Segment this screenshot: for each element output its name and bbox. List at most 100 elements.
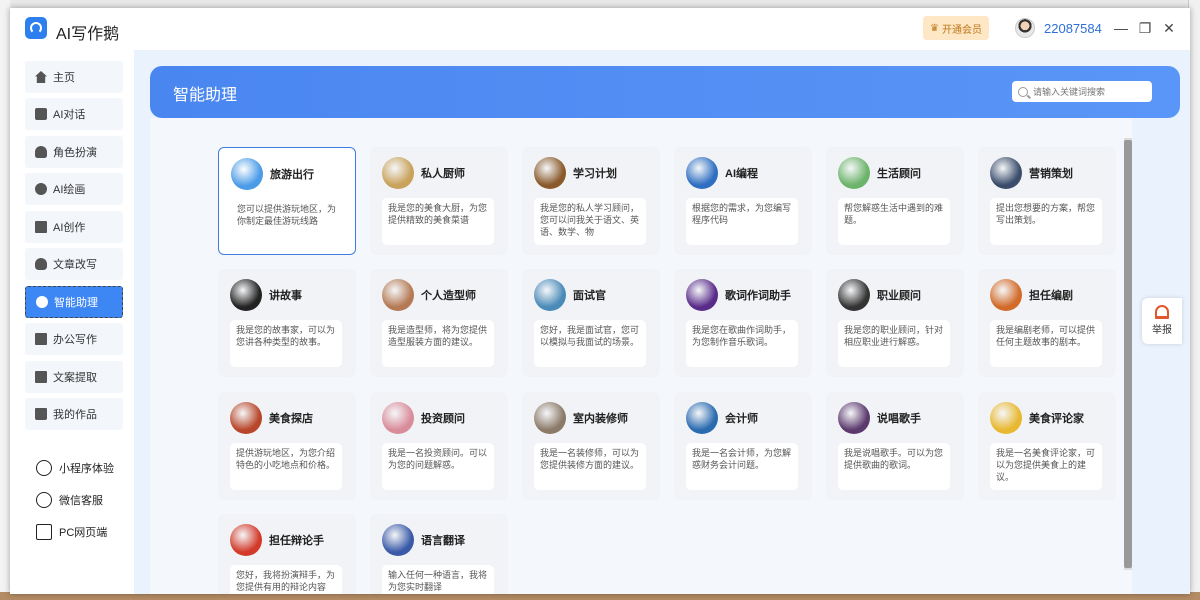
card-avatar-icon <box>534 402 566 434</box>
card-title: 美食探店 <box>269 413 313 425</box>
office-icon <box>35 333 47 345</box>
user-id[interactable]: 22087584 <box>1044 21 1102 36</box>
search-box[interactable] <box>1012 81 1152 102</box>
assistant-card[interactable]: 个人造型师 我是造型师，将为您提供造型服装方面的建议。 <box>370 269 508 377</box>
card-description: 我是您的私人学习顾问，您可以问我关于语文、英语、数学、物 <box>534 198 646 245</box>
sidebar-item-ai-creation[interactable]: AI创作 <box>25 211 123 243</box>
pc-web-link[interactable]: PC网页端 <box>36 522 107 542</box>
report-button[interactable]: 举报 <box>1142 298 1182 344</box>
pc-icon <box>36 524 52 540</box>
card-avatar-icon <box>990 157 1022 189</box>
user-avatar[interactable] <box>1015 18 1035 38</box>
role-icon <box>35 146 47 158</box>
assistant-card[interactable]: 私人厨师 我是您的美食大厨，为您提供精致的美食菜谱 <box>370 147 508 255</box>
assistant-card[interactable]: 室内装修师我是一名装修师，可以为您提供装修方面的建议。 <box>522 392 660 500</box>
card-avatar-icon <box>534 157 566 189</box>
app-window: AI写作鹅 ♛ 开通会员 22087584 — ❐ ✕ 主页 AI对话 角色扮演… <box>10 8 1190 594</box>
card-avatar-icon <box>382 402 414 434</box>
assistant-card[interactable]: 会计师我是一名会计师，为您解惑财务会计问题。 <box>674 392 812 500</box>
sidebar-item-roleplay[interactable]: 角色扮演 <box>25 136 123 168</box>
palette-icon <box>35 183 47 195</box>
card-title: 职业顾问 <box>877 290 921 302</box>
assistant-card[interactable]: 学习计划我是您的私人学习顾问，您可以问我关于语文、英语、数学、物 <box>522 147 660 255</box>
sidebar: 主页 AI对话 角色扮演 AI绘画 AI创作 文章改写 智能助理 办公写作 文案… <box>10 50 134 594</box>
card-avatar-icon <box>838 157 870 189</box>
card-avatar-icon <box>230 524 262 556</box>
wechat-icon <box>36 492 52 508</box>
card-title: 面试官 <box>573 290 606 302</box>
wechat-service-link[interactable]: 微信客服 <box>36 490 103 510</box>
sidebar-item-home[interactable]: 主页 <box>25 61 123 93</box>
assistant-card[interactable]: 投资顾问 我是一名投资顾问。可以为您的问题解惑。 <box>370 392 508 500</box>
card-title: 生活顾问 <box>877 168 921 180</box>
minimize-icon[interactable]: — <box>1112 19 1130 37</box>
search-input[interactable] <box>1033 86 1143 97</box>
maximize-icon[interactable]: ❐ <box>1136 19 1154 37</box>
assistant-card[interactable]: 美食评论家我是一名美食评论家，可以为您提供美食上的建议。 <box>978 392 1116 500</box>
assistant-card[interactable]: 担任编剧 我是编剧老师，可以提供任何主题故事的剧本。 <box>978 269 1116 377</box>
app-title: AI写作鹅 <box>56 26 120 43</box>
assistant-card[interactable]: 说唱歌手 我是说唱歌手。可以为您提供歌曲的歌词。 <box>826 392 964 500</box>
crown-icon: ♛ <box>930 22 939 34</box>
card-title: 歌词作词助手 <box>725 290 791 302</box>
sidebar-item-office[interactable]: 办公写作 <box>25 323 123 355</box>
assistant-icon <box>36 296 48 308</box>
miniprogram-link[interactable]: 小程序体验 <box>36 458 114 478</box>
card-description: 提出您想要的方案，帮您写出策划。 <box>990 198 1102 245</box>
sidebar-item-rewrite[interactable]: 文章改写 <box>25 248 123 280</box>
card-description: 我是一名投资顾问。可以为您的问题解惑。 <box>382 443 494 490</box>
card-avatar-icon <box>838 402 870 434</box>
sidebar-item-works[interactable]: 我的作品 <box>25 398 123 430</box>
card-description: 我是您的职业顾问，针对相应职业进行解惑。 <box>838 320 950 367</box>
assistant-card[interactable]: 营销策划 提出您想要的方案，帮您写出策划。 <box>978 147 1116 255</box>
card-avatar-icon <box>231 158 263 190</box>
sidebar-item-ai-painting[interactable]: AI绘画 <box>25 173 123 205</box>
card-title: 担任辩论手 <box>269 535 324 547</box>
page-title: 智能助理 <box>173 87 238 104</box>
vip-label: 开通会员 <box>941 24 982 36</box>
sidebar-item-assistant[interactable]: 智能助理 <box>25 286 123 318</box>
close-icon[interactable]: ✕ <box>1160 19 1178 37</box>
card-description: 我是您的故事家，可以为您讲各种类型的故事。 <box>230 320 342 367</box>
assistant-card[interactable]: AI编程 根据您的需求，为您编写程序代码 <box>674 147 812 255</box>
card-title: 语言翻译 <box>421 535 465 547</box>
assistant-card[interactable]: 担任辩论手 您好，我将扮演辩手，为您提供有用的辩论内容 <box>218 514 356 594</box>
card-description: 我是造型师，将为您提供造型服装方面的建议。 <box>382 320 494 367</box>
assistant-card[interactable]: 生活顾问 帮您解惑生活中遇到的难题。 <box>826 147 964 255</box>
card-description: 我是一名装修师，可以为您提供装修方面的建议。 <box>534 443 646 490</box>
assistant-card[interactable]: 美食探店 提供游玩地区，为您介绍特色的小吃地点和价格。 <box>218 392 356 500</box>
card-description: 我是一名美食评论家，可以为您提供美食上的建议。 <box>990 443 1102 490</box>
vip-button[interactable]: ♛ 开通会员 <box>923 16 989 40</box>
card-title: 私人厨师 <box>421 168 465 180</box>
card-description: 我是一名会计师，为您解惑财务会计问题。 <box>686 443 798 490</box>
sidebar-item-extract[interactable]: 文案提取 <box>25 361 123 393</box>
sidebar-item-ai-chat[interactable]: AI对话 <box>25 98 123 130</box>
assistant-card[interactable]: 讲故事 我是您的故事家，可以为您讲各种类型的故事。 <box>218 269 356 377</box>
assistant-card[interactable]: 职业顾问我是您的职业顾问，针对相应职业进行解惑。 <box>826 269 964 377</box>
header-banner: 智能助理 <box>150 66 1180 118</box>
card-title: 会计师 <box>725 413 758 425</box>
assistant-card[interactable]: 歌词作词助手我是您在歌曲作词助手，为您制作音乐歌词。 <box>674 269 812 377</box>
card-title: 说唱歌手 <box>877 413 921 425</box>
card-title: 学习计划 <box>573 168 617 180</box>
card-avatar-icon <box>382 524 414 556</box>
alarm-icon <box>1155 305 1169 319</box>
card-avatar-icon <box>534 279 566 311</box>
card-avatar-icon <box>686 402 718 434</box>
card-avatar-icon <box>382 157 414 189</box>
assistant-card[interactable]: 语言翻译 输入任何一种语言，我将为您实时翻译 <box>370 514 508 594</box>
card-description: 您可以提供游玩地区，为你制定最佳游玩线路 <box>231 199 343 246</box>
card-description: 我是您在歌曲作词助手，为您制作音乐歌词。 <box>686 320 798 367</box>
card-avatar-icon <box>230 279 262 311</box>
scrollbar-thumb[interactable] <box>1124 140 1132 568</box>
write-icon <box>35 221 47 233</box>
home-icon <box>35 71 47 83</box>
assistant-card[interactable]: 旅游出行 您可以提供游玩地区，为你制定最佳游玩线路 <box>218 147 356 255</box>
assistant-card[interactable]: 面试官 您好，我是面试官，您可以模拟与我面试的场景。 <box>522 269 660 377</box>
card-avatar-icon <box>838 279 870 311</box>
card-title: 美食评论家 <box>1029 413 1084 425</box>
card-title: 担任编剧 <box>1029 290 1073 302</box>
card-title: 室内装修师 <box>573 413 628 425</box>
card-avatar-icon <box>990 402 1022 434</box>
card-avatar-icon <box>990 279 1022 311</box>
